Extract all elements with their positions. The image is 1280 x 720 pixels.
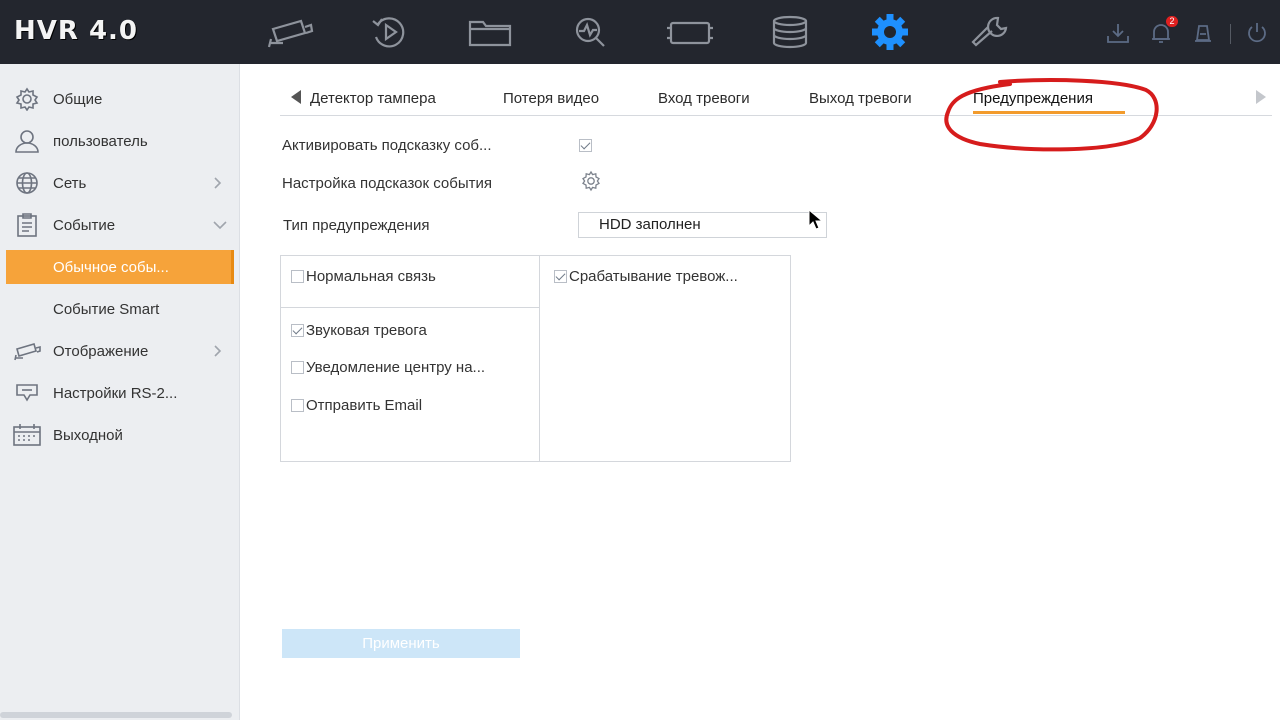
enable-hint-checkbox[interactable] <box>579 139 592 152</box>
tab-scroll-left-icon[interactable] <box>289 89 303 105</box>
gear-icon <box>12 87 42 111</box>
camera-icon[interactable] <box>264 12 316 52</box>
topbar-divider <box>1230 24 1231 44</box>
chat-icon <box>12 381 42 405</box>
sidebar-item-label: Обычное собы... <box>53 258 169 276</box>
settings-icon[interactable] <box>864 12 916 52</box>
sidebar-item-general[interactable]: Общие <box>0 82 240 116</box>
sidebar-item-rs232[interactable]: Настройки RS-2... <box>0 376 240 410</box>
gear-icon[interactable] <box>580 170 602 192</box>
list-item[interactable]: Уведомление центру на... <box>291 359 485 376</box>
sidebar-item-label: Сеть <box>53 174 87 192</box>
sidebar-item-event[interactable]: Событие <box>0 208 240 242</box>
notify-center-label: Уведомление центру на... <box>306 359 486 376</box>
active-tab-indicator <box>973 111 1125 114</box>
warning-type-select[interactable]: HDD заполнен <box>578 212 827 238</box>
table-divider <box>281 307 539 308</box>
tab-alarm-input[interactable]: Вход тревоги <box>658 90 750 107</box>
apply-button[interactable]: Применить <box>282 629 520 658</box>
mouse-cursor-icon <box>808 209 824 230</box>
sidebar-item-user[interactable]: пользователь <box>0 124 240 158</box>
folder-icon[interactable] <box>464 12 516 52</box>
notification-badge: 2 <box>1166 16 1178 27</box>
table-divider <box>539 256 540 461</box>
video-icon[interactable] <box>664 12 716 52</box>
audible-warning-label: Звуковая тревога <box>306 322 427 339</box>
trigger-alarm-checkbox[interactable] <box>554 270 567 283</box>
sidebar-item-display[interactable]: Отображение <box>0 334 240 368</box>
sidebar-scrollbar[interactable] <box>0 712 232 718</box>
search-icon[interactable] <box>564 12 616 52</box>
event-tabs: Детектор тампера Потеря видео Вход трево… <box>280 78 1272 116</box>
lock-icon[interactable] <box>1190 20 1216 46</box>
chevron-down-icon <box>213 221 227 230</box>
sidebar-item-label: пользователь <box>53 132 148 150</box>
maintenance-icon[interactable] <box>964 12 1016 52</box>
sidebar-item-label: Отображение <box>53 342 149 360</box>
download-icon[interactable] <box>1105 20 1131 46</box>
warning-type-label: Тип предупреждения <box>283 217 430 234</box>
calendar-icon <box>12 423 42 447</box>
trigger-alarm-label: Срабатывание тревож... <box>569 268 738 285</box>
tab-video-loss[interactable]: Потеря видео <box>503 90 599 107</box>
camera-icon <box>12 339 42 363</box>
sidebar-item-normal-event[interactable]: Обычное собы... <box>6 250 234 284</box>
linkage-action-table: Нормальная связь Срабатывание тревож... … <box>280 255 791 462</box>
sidebar-item-label: Общие <box>53 90 103 108</box>
trigger-alarm-header[interactable]: Срабатывание тревож... <box>554 268 738 285</box>
sidebar-item-label: Настройки RS-2... <box>53 384 178 402</box>
user-icon <box>12 129 42 153</box>
sidebar-item-holiday[interactable]: Выходной <box>0 418 240 452</box>
chevron-right-icon <box>214 177 222 189</box>
tab-exceptions[interactable]: Предупреждения <box>973 90 1093 107</box>
sidebar-item-label: Выходной <box>53 426 123 444</box>
send-email-label: Отправить Email <box>306 397 423 414</box>
list-item[interactable]: Отправить Email <box>291 397 422 414</box>
sidebar-item-label: Событие Smart <box>53 300 160 318</box>
sidebar-item-label: Событие <box>53 216 116 234</box>
hint-settings-label: Настройка подсказок события <box>282 175 492 192</box>
chevron-right-icon <box>214 345 222 357</box>
power-icon[interactable] <box>1244 20 1270 46</box>
bell-icon[interactable]: 2 <box>1148 16 1178 46</box>
normal-linkage-checkbox[interactable] <box>291 270 304 283</box>
list-item[interactable]: Звуковая тревога <box>291 322 427 339</box>
clipboard-icon <box>12 213 42 237</box>
storage-icon[interactable] <box>764 12 816 52</box>
tab-alarm-output[interactable]: Выход тревоги <box>809 90 912 107</box>
tab-tamper[interactable]: Детектор тампера <box>310 90 436 107</box>
notify-center-checkbox[interactable] <box>291 361 304 374</box>
audible-warning-checkbox[interactable] <box>291 324 304 337</box>
top-bar: HVR 4.0 2 <box>0 0 1280 64</box>
sidebar-item-smart-event[interactable]: Событие Smart <box>0 292 240 326</box>
normal-linkage-header[interactable]: Нормальная связь <box>291 268 436 285</box>
globe-icon <box>12 171 42 195</box>
enable-hint-label: Активировать подсказку соб... <box>282 137 492 154</box>
tab-scroll-right-icon[interactable] <box>1254 89 1268 105</box>
sidebar: Общие пользователь Сеть Событие Обычное … <box>0 64 240 720</box>
send-email-checkbox[interactable] <box>291 399 304 412</box>
normal-linkage-label: Нормальная связь <box>306 268 436 285</box>
sidebar-item-network[interactable]: Сеть <box>0 166 240 200</box>
app-logo: HVR 4.0 <box>14 16 139 46</box>
playback-icon[interactable] <box>364 12 416 52</box>
